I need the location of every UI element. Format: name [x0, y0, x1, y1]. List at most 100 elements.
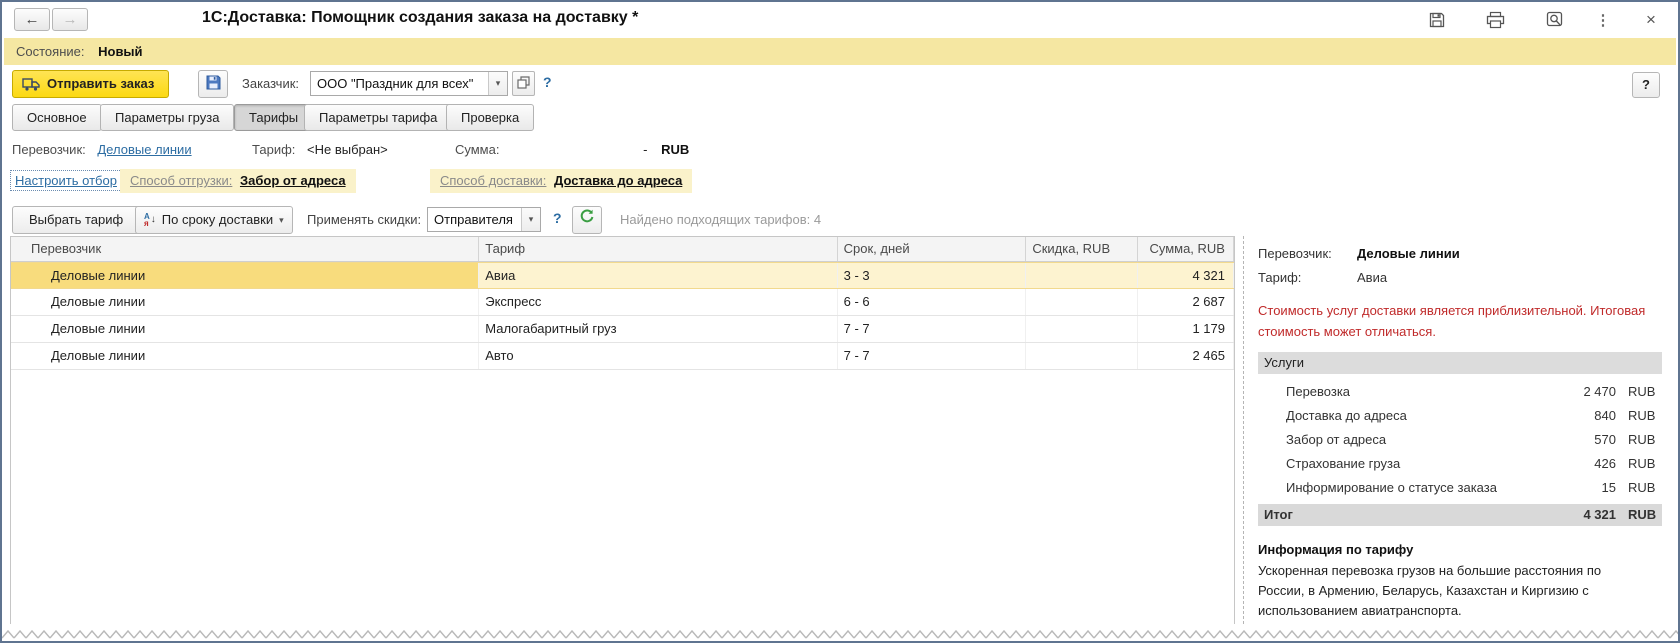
discount-value: Отправителя [428, 208, 521, 231]
service-row: Страхование груза 426 RUB [1258, 452, 1662, 476]
services-header: Услуги [1258, 352, 1662, 374]
sort-az-icon: Ая ↓ [144, 207, 156, 233]
sort-chevron-icon: ▾ [279, 207, 284, 233]
service-row: Забор от адреса 570 RUB [1258, 428, 1662, 452]
delivery-method-label: Способ доставки: [440, 173, 546, 188]
total-price: 4 321 [1550, 504, 1616, 526]
chevron-down-icon: ▾ [496, 78, 501, 88]
customer-value: ООО "Праздник для всех" [311, 72, 488, 95]
found-tariffs-text: Найдено подходящих тарифов: 4 [620, 212, 821, 227]
sum-summary: Сумма: - RUB [455, 140, 689, 160]
torn-edge-decoration [2, 628, 1678, 641]
column-header-term[interactable]: Срок, дней [838, 237, 1027, 261]
refresh-icon [579, 207, 595, 233]
more-menu-button[interactable]: ⋮ [1592, 10, 1614, 30]
refresh-button[interactable] [572, 206, 602, 234]
total-row: Итог 4 321 RUB [1258, 504, 1662, 526]
service-row: Информирование о статусе заказа 15 RUB [1258, 476, 1662, 500]
save-icon [1428, 11, 1446, 29]
customer-help-link[interactable]: ? [543, 74, 552, 90]
sum-currency: RUB [661, 142, 689, 157]
help-icon: ? [1642, 77, 1650, 92]
details-carrier-value: Деловые линии [1357, 242, 1460, 266]
service-row: Перевозка 2 470 RUB [1258, 380, 1662, 404]
find-button[interactable] [1544, 10, 1566, 30]
send-order-label: Отправить заказ [47, 76, 154, 91]
discount-help-link[interactable]: ? [553, 210, 562, 226]
sum-label: Сумма: [455, 142, 499, 157]
carrier-link[interactable]: Деловые линии [97, 142, 191, 157]
delivery-method-link[interactable]: Способ доставки: Доставка до адреса [430, 169, 692, 193]
configure-filter-link[interactable]: Настроить отбор [10, 170, 122, 191]
forward-button[interactable]: → [52, 8, 88, 31]
forward-icon: → [63, 11, 78, 28]
page-title: 1С:Доставка: Помощник создания заказа на… [202, 9, 638, 27]
tab-proverka[interactable]: Проверка [446, 104, 534, 131]
search-icon [1546, 11, 1565, 29]
discount-select[interactable]: Отправителя ▾ [427, 207, 541, 232]
back-button[interactable]: ← [14, 8, 50, 31]
chevron-down-icon: ▾ [529, 214, 534, 224]
tariff-info-text: Ускоренная перевозка грузов на большие р… [1258, 561, 1648, 621]
close-button[interactable]: × [1640, 10, 1662, 30]
table-row[interactable]: Деловые линии Малогабаритный груз 7 - 7 … [11, 316, 1234, 343]
open-form-icon [517, 76, 530, 92]
column-header-tariff[interactable]: Тариф [479, 237, 837, 261]
details-carrier-label: Перевозчик: [1258, 242, 1357, 266]
tab-osnovnoe[interactable]: Основное [12, 104, 102, 131]
panel-splitter[interactable] [1243, 236, 1244, 624]
tab-tarify[interactable]: Тарифы [234, 104, 313, 131]
status-label: Состояние: [16, 44, 84, 59]
save-draft-button[interactable] [198, 70, 228, 98]
shipment-method-value: Забор от адреса [240, 173, 346, 188]
tariff-info-header: Информация по тарифу [1258, 542, 1662, 557]
print-button[interactable] [1484, 10, 1506, 30]
sum-value: - [643, 142, 647, 157]
cost-warning-text: Стоимость услуг доставки является прибли… [1258, 300, 1654, 342]
total-currency: RUB [1616, 504, 1662, 526]
kebab-icon: ⋮ [1596, 11, 1611, 29]
discount-label: Применять скидки: [307, 212, 421, 227]
shipment-method-link[interactable]: Способ отгрузки: Забор от адреса [120, 169, 356, 193]
carrier-summary: Перевозчик: Деловые линии [12, 140, 192, 160]
customer-open-button[interactable] [512, 71, 535, 96]
send-order-button[interactable]: Отправить заказ [12, 70, 169, 98]
tab-parametry-gruza[interactable]: Параметры груза [100, 104, 234, 131]
status-bar: Состояние: Новый [4, 38, 1676, 65]
table-row[interactable]: Деловые линии Авиа 3 - 3 4 321 [11, 262, 1234, 289]
status-value: Новый [98, 44, 142, 59]
save-button[interactable] [1426, 10, 1448, 30]
table-row[interactable]: Деловые линии Авто 7 - 7 2 465 [11, 343, 1234, 370]
tariff-summary: Тариф: <Не выбран> [252, 140, 388, 160]
discount-dropdown-button[interactable]: ▾ [521, 208, 540, 231]
details-tariff-value: Авиа [1357, 266, 1387, 290]
floppy-icon [205, 74, 222, 94]
back-icon: ← [25, 11, 40, 28]
customer-dropdown-button[interactable]: ▾ [488, 72, 507, 95]
app-window: ← → 1С:Доставка: Помощник создания заказ… [0, 0, 1680, 643]
sort-button[interactable]: Ая ↓ По сроку доставки ▾ [135, 206, 293, 234]
total-label: Итог [1258, 504, 1550, 526]
delivery-method-value: Доставка до адреса [554, 173, 682, 188]
sort-button-label: По сроку доставки [162, 207, 273, 233]
table-header: Перевозчик Тариф Срок, дней Скидка, RUB … [11, 237, 1234, 262]
table-row[interactable]: Деловые линии Экспресс 6 - 6 2 687 [11, 289, 1234, 316]
tariff-label: Тариф: [252, 142, 295, 157]
column-header-discount[interactable]: Скидка, RUB [1026, 237, 1138, 261]
customer-input[interactable]: ООО "Праздник для всех" ▾ [310, 71, 508, 96]
shipment-method-label: Способ отгрузки: [130, 173, 232, 188]
help-button[interactable]: ? [1632, 72, 1660, 98]
column-header-sum[interactable]: Сумма, RUB [1138, 237, 1234, 261]
customer-label: Заказчик: [242, 76, 299, 91]
tariff-details-panel: Перевозчик: Деловые линии Тариф: Авиа Ст… [1258, 242, 1662, 621]
tariffs-table: Перевозчик Тариф Срок, дней Скидка, RUB … [10, 236, 1235, 624]
select-tariff-button[interactable]: Выбрать тариф [12, 206, 140, 234]
close-icon: × [1646, 10, 1656, 30]
print-icon [1486, 11, 1505, 29]
service-row: Доставка до адреса 840 RUB [1258, 404, 1662, 428]
column-header-carrier[interactable]: Перевозчик [11, 237, 479, 261]
tariff-value: <Не выбран> [307, 142, 388, 157]
details-tariff-label: Тариф: [1258, 266, 1357, 290]
carrier-label: Перевозчик: [12, 142, 86, 157]
tab-parametry-tarifa[interactable]: Параметры тарифа [304, 104, 452, 131]
